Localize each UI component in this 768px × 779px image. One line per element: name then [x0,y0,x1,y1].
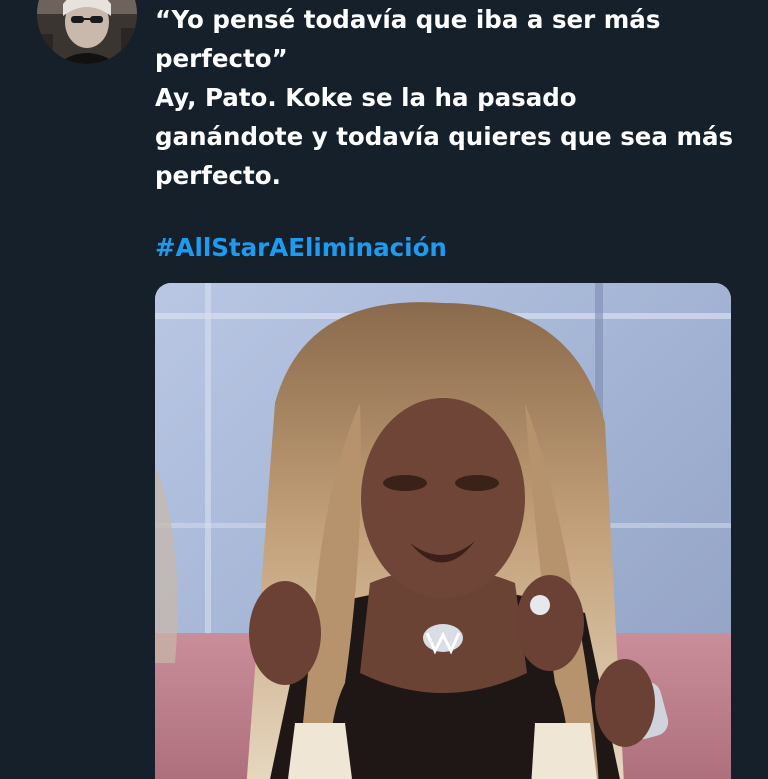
tweet-media-image[interactable] [155,283,731,779]
tweet-text-line: “Yo pensé todavía que iba a ser más [155,5,661,34]
tweet-text-line: perfecto” [155,44,288,73]
avatar[interactable] [37,0,137,64]
hashtag-link[interactable]: #AllStarAEliminación [155,228,447,267]
tweet-text: “Yo pensé todavía que iba a ser más perf… [155,0,734,195]
meme-photo-icon [155,283,731,779]
tweet-text-line: ganándote y todavía quieres que sea más [155,122,734,151]
tweet-text-line: perfecto. [155,161,281,190]
tweet-text-line: Ay, Pato. Koke se la ha pasado [155,83,577,112]
avatar-photo-icon [37,0,137,64]
